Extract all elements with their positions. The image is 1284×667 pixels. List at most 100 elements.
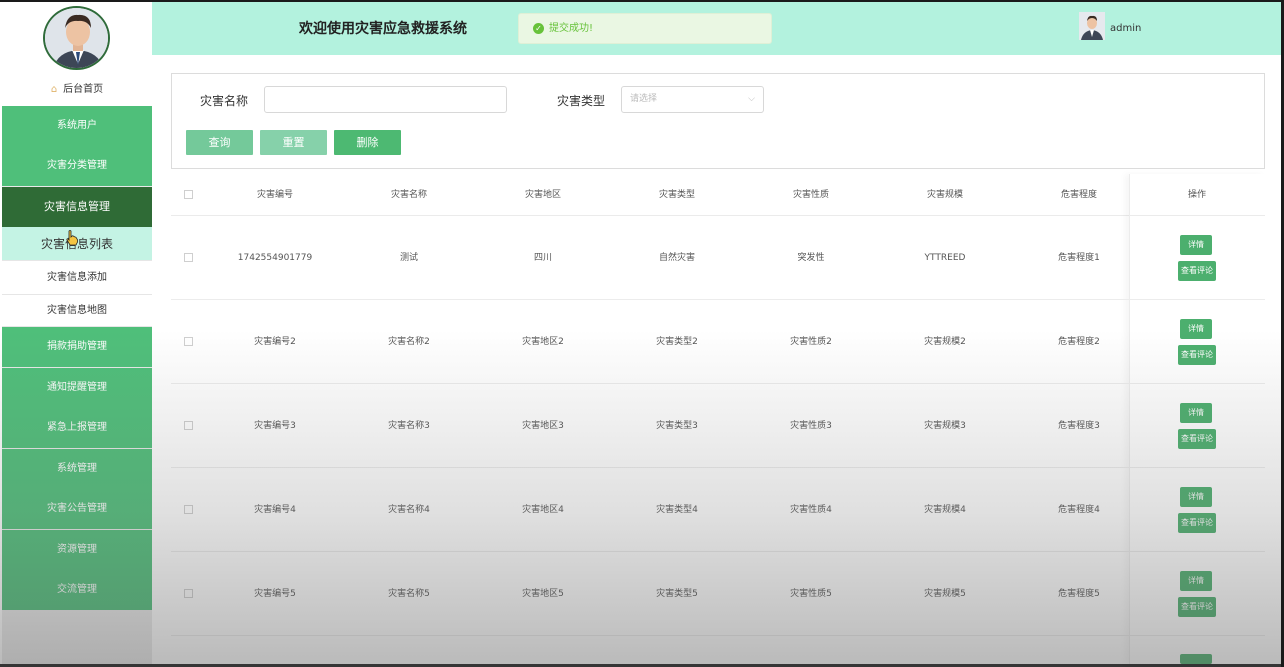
cell-disaster-region: 灾害地区4 bbox=[522, 505, 564, 515]
detail-button-partial[interactable] bbox=[1180, 654, 1212, 664]
sidebar-item-disaster-category[interactable]: 灾害分类管理 bbox=[2, 146, 152, 186]
reset-button[interactable]: 重置 bbox=[260, 130, 327, 155]
cell-hazard-level: 危害程度4 bbox=[1058, 505, 1100, 515]
cell-disaster-nature: 突发性 bbox=[797, 253, 825, 263]
user-avatar[interactable] bbox=[1079, 12, 1105, 40]
cell-disaster-id: 灾害编号5 bbox=[254, 589, 296, 599]
disaster-name-input[interactable] bbox=[264, 86, 507, 113]
disaster-type-label: 灾害类型 bbox=[557, 94, 606, 108]
detail-button[interactable]: 详情 bbox=[1180, 487, 1212, 507]
cell-disaster-scale: 灾害规模5 bbox=[924, 589, 966, 599]
view-comments-button[interactable]: 查看评论 bbox=[1178, 429, 1216, 449]
sidebar-item-disaster-notice[interactable]: 灾害公告管理 bbox=[2, 489, 152, 529]
cell-disaster-id: 1742554901779 bbox=[237, 253, 313, 263]
sidebar-item-resource[interactable]: 资源管理 bbox=[2, 530, 152, 570]
sidebar-item-donation[interactable]: 捐款捐助管理 bbox=[2, 327, 152, 367]
main-content: 灾害名称 灾害类型 请选择 ⌵ 查询 重置 删除 灾害编号 灾害名称 灾害地区 … bbox=[152, 55, 1281, 664]
sidebar-item-system-users[interactable]: 系统用户 bbox=[2, 106, 152, 146]
row-checkbox[interactable] bbox=[184, 421, 193, 430]
view-comments-button[interactable]: 查看评论 bbox=[1178, 261, 1216, 281]
cell-disaster-nature: 灾害性质4 bbox=[790, 505, 832, 515]
cell-disaster-nature: 灾害性质3 bbox=[790, 421, 832, 431]
view-comments-button[interactable]: 查看评论 bbox=[1178, 513, 1216, 533]
table-row: 1742554901779 测试 四川 自然灾害 突发性 YTTREED 危害程… bbox=[171, 216, 1265, 300]
search-panel: 灾害名称 灾害类型 请选择 ⌵ 查询 重置 删除 bbox=[171, 73, 1265, 169]
top-header: 欢迎使用灾害应急救援系统 ✓ 提交成功! admin bbox=[152, 2, 1281, 55]
column-header: 灾害地区 bbox=[524, 190, 561, 200]
table-row: 灾害编号5 灾害名称5 灾害地区5 灾害类型5 灾害性质5 灾害规模5 危害程度… bbox=[171, 552, 1265, 636]
sidebar: ⌂ 后台首页 系统用户 灾害分类管理 灾害信息管理 灾害信息列表 灾害信息添加 灾… bbox=[2, 2, 152, 664]
cell-hazard-level: 危害程度3 bbox=[1058, 421, 1100, 431]
check-circle-icon: ✓ bbox=[533, 23, 544, 34]
sidebar-item-disaster-info[interactable]: 灾害信息管理 bbox=[2, 187, 152, 227]
disaster-type-select[interactable]: 请选择 ⌵ bbox=[621, 86, 764, 113]
column-header: 灾害规模 bbox=[926, 190, 963, 200]
detail-button[interactable]: 详情 bbox=[1180, 235, 1212, 255]
cell-disaster-id: 灾害编号2 bbox=[254, 337, 296, 347]
sidebar-item-notification[interactable]: 通知提醒管理 bbox=[2, 368, 152, 408]
sidebar-item-system-manage[interactable]: 系统管理 bbox=[2, 449, 152, 489]
cell-disaster-nature: 灾害性质5 bbox=[790, 589, 832, 599]
chevron-down-icon: ⌵ bbox=[748, 94, 755, 104]
cell-disaster-name: 灾害名称2 bbox=[388, 337, 430, 347]
detail-button[interactable]: 详情 bbox=[1180, 319, 1212, 339]
sidebar-item-exchange[interactable]: 交流管理 bbox=[2, 570, 152, 610]
pointer-cursor-icon bbox=[66, 230, 78, 246]
cell-disaster-type: 灾害类型5 bbox=[656, 589, 698, 599]
avatar[interactable] bbox=[43, 6, 110, 70]
select-all-checkbox[interactable] bbox=[184, 190, 193, 199]
sidebar-subitem-disaster-map[interactable]: 灾害信息地图 bbox=[2, 295, 152, 327]
cell-disaster-region: 灾害地区5 bbox=[522, 589, 564, 599]
column-header: 灾害类型 bbox=[658, 190, 695, 200]
cell-disaster-scale: 灾害规模4 bbox=[924, 505, 966, 515]
cell-disaster-region: 四川 bbox=[533, 253, 552, 263]
home-icon: ⌂ bbox=[50, 84, 58, 95]
detail-button[interactable]: 详情 bbox=[1180, 571, 1212, 591]
cell-hazard-level: 危害程度1 bbox=[1058, 253, 1100, 263]
table-header: 灾害编号 灾害名称 灾害地区 灾害类型 灾害性质 灾害规模 危害程度 操作 bbox=[171, 174, 1265, 216]
sidebar-item-emergency-report[interactable]: 紧急上报管理 bbox=[2, 408, 152, 448]
sidebar-profile: ⌂ 后台首页 bbox=[2, 2, 152, 106]
table-row: 灾害编号3 灾害名称3 灾害地区3 灾害类型3 灾害性质3 灾害规模3 危害程度… bbox=[171, 384, 1265, 468]
disaster-table: 灾害编号 灾害名称 灾害地区 灾害类型 灾害性质 灾害规模 危害程度 操作 17… bbox=[171, 174, 1265, 664]
cell-disaster-name: 灾害名称4 bbox=[388, 505, 430, 515]
cell-hazard-level: 危害程度2 bbox=[1058, 337, 1100, 347]
row-checkbox[interactable] bbox=[184, 589, 193, 598]
success-toast: ✓ 提交成功! bbox=[518, 13, 772, 44]
cell-disaster-id: 灾害编号4 bbox=[254, 505, 296, 515]
cell-disaster-region: 灾害地区3 bbox=[522, 421, 564, 431]
cell-hazard-level: 危害程度5 bbox=[1058, 589, 1100, 599]
table-row: 灾害编号2 灾害名称2 灾害地区2 灾害类型2 灾害性质2 灾害规模2 危害程度… bbox=[171, 300, 1265, 384]
cell-disaster-type: 灾害类型3 bbox=[656, 421, 698, 431]
cell-disaster-type: 灾害类型4 bbox=[656, 505, 698, 515]
cell-disaster-name: 灾害名称5 bbox=[388, 589, 430, 599]
username[interactable]: admin bbox=[1110, 23, 1141, 34]
column-header: 灾害名称 bbox=[390, 190, 427, 200]
cell-disaster-type: 灾害类型2 bbox=[656, 337, 698, 347]
cell-disaster-scale: 灾害规模2 bbox=[924, 337, 966, 347]
disaster-name-label: 灾害名称 bbox=[200, 94, 249, 108]
column-header: 灾害编号 bbox=[256, 190, 293, 200]
row-checkbox[interactable] bbox=[184, 505, 193, 514]
page-title: 欢迎使用灾害应急救援系统 bbox=[299, 21, 467, 37]
column-header: 危害程度 bbox=[1060, 190, 1097, 200]
delete-button[interactable]: 删除 bbox=[334, 130, 401, 155]
sidebar-subitem-disaster-add[interactable]: 灾害信息添加 bbox=[2, 261, 152, 295]
cell-disaster-type: 自然灾害 bbox=[658, 253, 695, 263]
cell-disaster-scale: 灾害规模3 bbox=[924, 421, 966, 431]
column-header: 灾害性质 bbox=[792, 190, 829, 200]
detail-button[interactable]: 详情 bbox=[1180, 403, 1212, 423]
cell-disaster-nature: 灾害性质2 bbox=[790, 337, 832, 347]
cell-disaster-id: 灾害编号3 bbox=[254, 421, 296, 431]
table-row: 灾害编号4 灾害名称4 灾害地区4 灾害类型4 灾害性质4 灾害规模4 危害程度… bbox=[171, 468, 1265, 552]
row-checkbox[interactable] bbox=[184, 253, 193, 262]
cell-disaster-region: 灾害地区2 bbox=[522, 337, 564, 347]
cell-disaster-name: 测试 bbox=[399, 253, 418, 263]
cell-disaster-scale: YTTREED bbox=[924, 253, 966, 263]
home-link[interactable]: ⌂ 后台首页 bbox=[2, 80, 152, 95]
query-button[interactable]: 查询 bbox=[186, 130, 253, 155]
row-checkbox[interactable] bbox=[184, 337, 193, 346]
view-comments-button[interactable]: 查看评论 bbox=[1178, 597, 1216, 617]
cell-disaster-name: 灾害名称3 bbox=[388, 421, 430, 431]
view-comments-button[interactable]: 查看评论 bbox=[1178, 345, 1216, 365]
